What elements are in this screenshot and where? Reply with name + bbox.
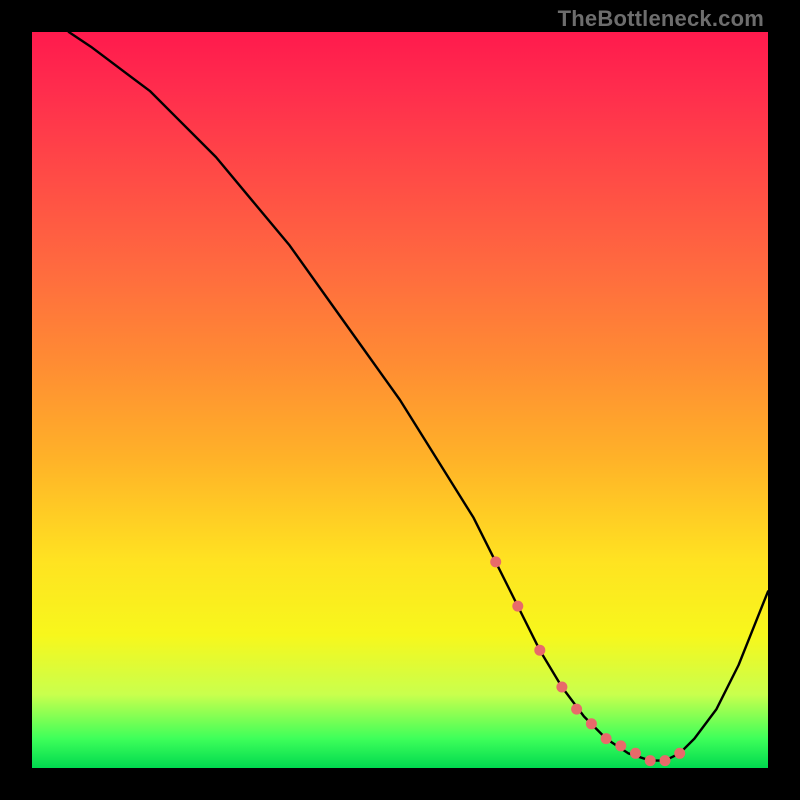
highlight-marker (556, 682, 567, 693)
plot-area (32, 32, 768, 768)
highlight-marker (645, 755, 656, 766)
watermark-text: TheBottleneck.com (558, 6, 764, 32)
highlight-marker (586, 718, 597, 729)
highlight-marker (615, 740, 626, 751)
chart-frame: TheBottleneck.com (0, 0, 800, 800)
highlight-markers (490, 556, 685, 766)
highlight-marker (490, 556, 501, 567)
highlight-marker (674, 748, 685, 759)
highlight-marker (534, 645, 545, 656)
highlight-marker (601, 733, 612, 744)
highlight-marker (571, 704, 582, 715)
highlight-marker (660, 755, 671, 766)
chart-svg (32, 32, 768, 768)
highlight-marker (630, 748, 641, 759)
bottleneck-curve-line (69, 32, 768, 761)
highlight-marker (512, 601, 523, 612)
